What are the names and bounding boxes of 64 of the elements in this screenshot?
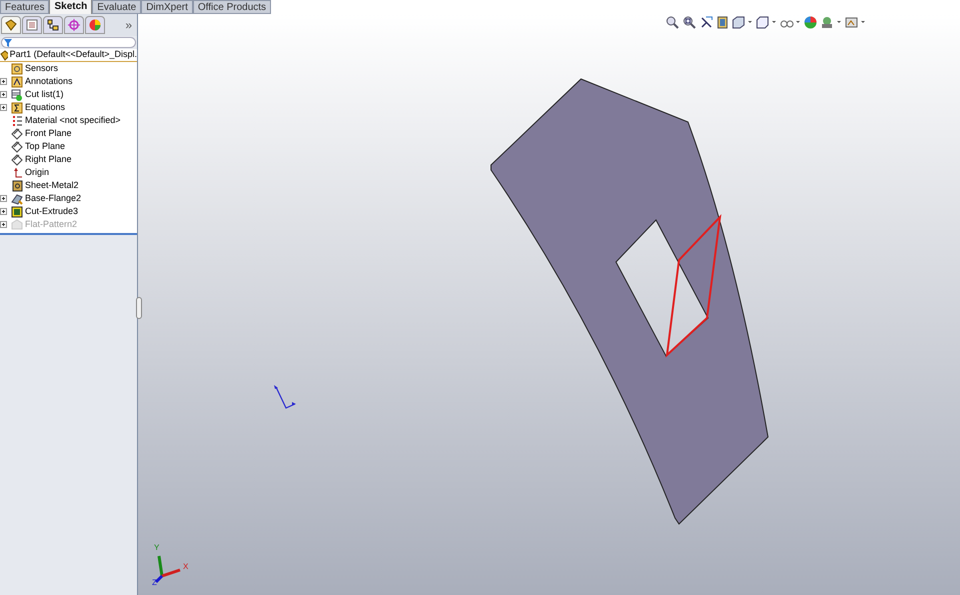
- list-icon: [26, 19, 38, 31]
- cut-extrude-icon: [11, 206, 23, 218]
- crosshair-icon: [68, 19, 80, 31]
- origin-icon: [11, 166, 23, 178]
- plane-icon: [11, 154, 23, 166]
- tree-icon: [47, 19, 59, 31]
- property-tab[interactable]: [22, 16, 42, 34]
- x-axis-label: X: [183, 563, 188, 571]
- tree-item[interactable]: Sensors: [25, 62, 58, 76]
- command-tab[interactable]: DimXpert: [141, 0, 193, 14]
- color-wheel-icon: [89, 19, 101, 31]
- tree-item[interactable]: Base-Flange2: [25, 192, 82, 206]
- y-axis-label: Y: [154, 544, 160, 552]
- plane-icon: [11, 128, 23, 140]
- tree-item[interactable]: Top Plane: [25, 140, 66, 154]
- previous-view-icon[interactable]: [700, 16, 713, 29]
- scene-icon[interactable]: [821, 16, 841, 29]
- flange-icon: [11, 192, 23, 204]
- expand-icon[interactable]: [0, 91, 7, 98]
- view-orientation-icon[interactable]: [732, 16, 752, 29]
- command-tab[interactable]: Office Products: [192, 0, 272, 14]
- zoom-icon[interactable]: [666, 16, 679, 29]
- zoom-area-icon[interactable]: [683, 16, 696, 29]
- command-tab[interactable]: Evaluate: [92, 0, 142, 14]
- tree-item[interactable]: Right Plane: [25, 152, 72, 166]
- display-tab[interactable]: [85, 16, 105, 34]
- tree-root-label[interactable]: Part1 (Default<<Default>_Displ.: [10, 48, 137, 62]
- sensor-icon: [11, 62, 23, 74]
- expand-icon[interactable]: [0, 78, 7, 85]
- cube-display-icon[interactable]: [756, 16, 776, 29]
- material-icon: [11, 114, 23, 126]
- flat-pattern-icon: [11, 218, 23, 230]
- tree-item[interactable]: Annotations: [25, 74, 73, 88]
- command-tab[interactable]: Sketch: [49, 0, 92, 14]
- tree-item[interactable]: Front Plane: [25, 126, 72, 140]
- feature-tree-tab[interactable]: [1, 16, 21, 34]
- command-tab[interactable]: Features: [0, 0, 50, 14]
- annotation-icon: [11, 76, 23, 88]
- expand-icon[interactable]: [0, 221, 7, 228]
- display-settings-icon[interactable]: [845, 16, 865, 29]
- sheet-metal-icon: [11, 180, 23, 192]
- cut-list-icon: [11, 88, 23, 100]
- dimxpert-tab[interactable]: [64, 16, 84, 34]
- configuration-tab[interactable]: [43, 16, 63, 34]
- tree-item[interactable]: Sheet-Metal2: [25, 178, 79, 192]
- tree-item[interactable]: Origin: [25, 166, 50, 180]
- expand-icon[interactable]: [0, 195, 7, 202]
- tree-item[interactable]: Equations: [25, 100, 66, 114]
- filter-icon: [4, 38, 12, 46]
- panel-splitter-handle[interactable]: [136, 297, 142, 319]
- section-view-icon[interactable]: [717, 16, 728, 29]
- tree-item[interactable]: Material <not specified>: [25, 114, 121, 128]
- equation-icon: [11, 102, 23, 114]
- part-icon: [0, 50, 8, 60]
- expand-icon[interactable]: [0, 208, 7, 215]
- filter-field[interactable]: [1, 37, 136, 48]
- appearance-icon[interactable]: [804, 16, 817, 29]
- plane-icon: [11, 140, 23, 152]
- expand-tabs-button[interactable]: »: [125, 16, 132, 34]
- expand-icon[interactable]: [0, 104, 7, 111]
- tree-item[interactable]: Cut list(1): [25, 88, 64, 102]
- tree-item[interactable]: Cut-Extrude3: [25, 204, 78, 218]
- part-icon: [5, 19, 17, 31]
- origin-icon: [274, 385, 296, 409]
